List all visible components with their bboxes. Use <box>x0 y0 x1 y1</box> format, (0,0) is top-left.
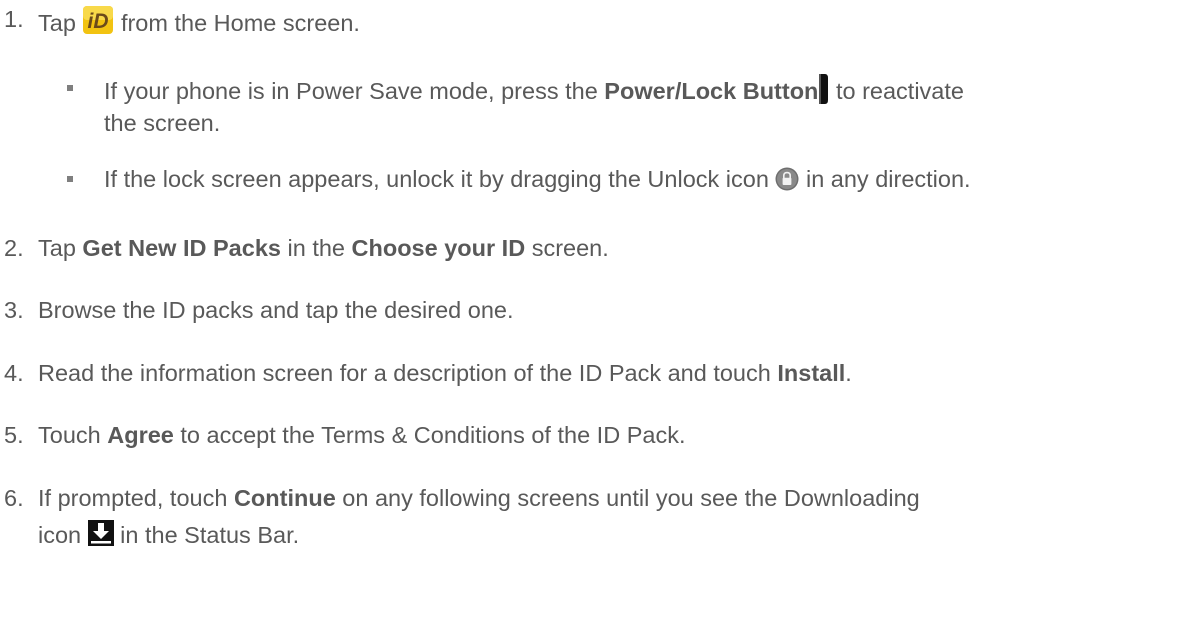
svg-text:iD: iD <box>88 10 109 33</box>
subitem-text: If the lock screen appears, unlock it by… <box>104 166 776 192</box>
agree-label: Agree <box>107 422 174 448</box>
step-number: 4. <box>4 360 24 386</box>
id-app-icon: iD <box>82 5 114 41</box>
power-lock-button-label: Power/Lock Button <box>604 78 819 104</box>
step-text: in the Status Bar. <box>113 522 300 548</box>
subitem-text: to reactivate <box>829 78 964 104</box>
get-new-id-packs-label: Get New ID Packs <box>82 235 281 261</box>
step-text: to accept the Terms & Conditions of the … <box>173 422 686 448</box>
install-label: Install <box>777 360 846 386</box>
step-text: on any following screens until you see t… <box>335 485 920 511</box>
step-number: 6. <box>4 485 24 511</box>
continue-label: Continue <box>233 485 336 511</box>
step-text: Tap <box>38 10 83 36</box>
bullet-icon <box>67 85 73 91</box>
step-text: Read the information screen for a descri… <box>38 360 778 386</box>
step-number: 3. <box>4 297 24 323</box>
subitem-text: the screen. <box>104 110 221 136</box>
step-text: Touch <box>38 422 108 448</box>
step-number: 2. <box>4 235 24 261</box>
step-text: from the Home screen. <box>114 10 360 36</box>
step-number: 1. <box>4 6 24 32</box>
step-text: icon <box>38 522 88 548</box>
download-icon <box>87 520 114 552</box>
step-text: screen. <box>525 235 609 261</box>
bullet-icon <box>67 176 73 182</box>
step-text: If prompted, touch <box>38 485 234 511</box>
subitem-text: If your phone is in Power Save mode, pre… <box>104 78 605 104</box>
subitem-text: in any direction. <box>799 166 971 192</box>
step-text: . <box>845 360 852 386</box>
choose-your-id-label: Choose your ID <box>351 235 526 261</box>
unlock-icon <box>775 167 799 197</box>
step-text: Browse the ID packs and tap the desired … <box>38 297 514 323</box>
power-lock-button-icon <box>818 74 829 110</box>
step-number: 5. <box>4 422 24 448</box>
step-text: Tap <box>38 235 83 261</box>
step-text: in the <box>280 235 352 261</box>
